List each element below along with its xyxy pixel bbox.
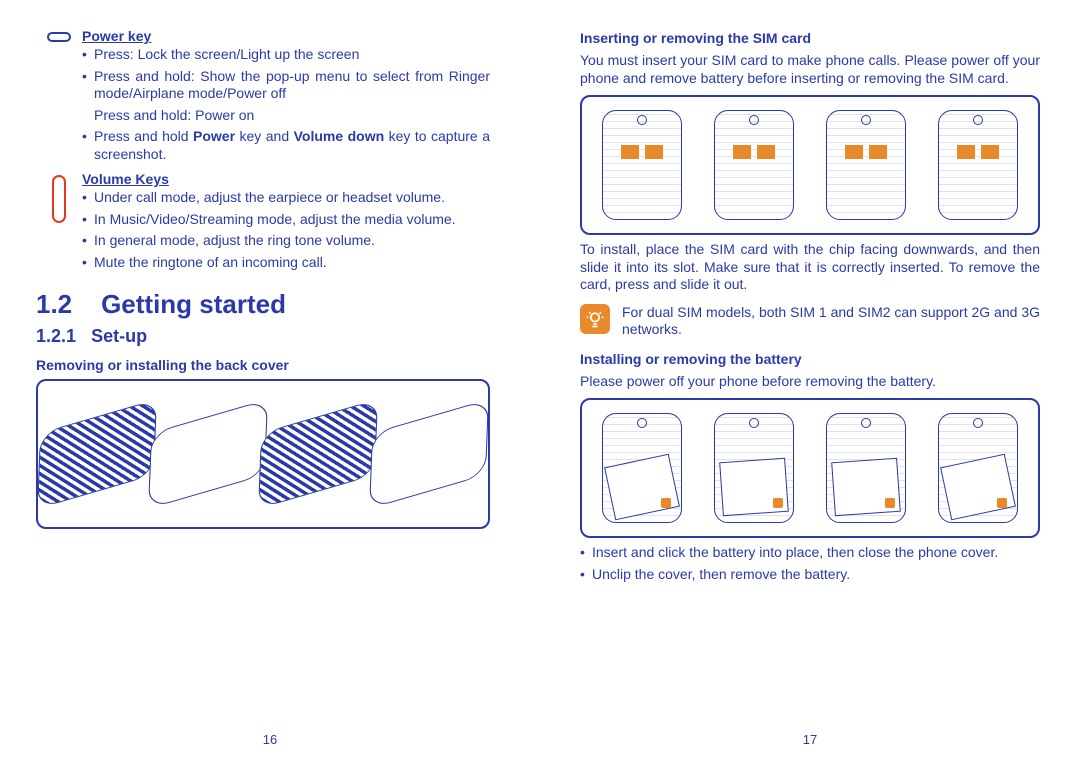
battery-list: Insert and click the battery into place,… xyxy=(580,544,1040,583)
page-number: 17 xyxy=(540,732,1080,747)
list-item: Press: Lock the screen/Light up the scre… xyxy=(82,46,490,64)
section-heading: 1.2 Getting started xyxy=(36,289,490,320)
page-number: 16 xyxy=(0,732,540,747)
subsection-number: 1.2.1 xyxy=(36,326,76,346)
phone-illustration xyxy=(938,110,1018,220)
volume-keys-list: Under call mode, adjust the earpiece or … xyxy=(82,189,490,271)
figure-sim xyxy=(580,95,1040,235)
phone-illustration xyxy=(369,399,489,509)
power-key-list: Press: Lock the screen/Light up the scre… xyxy=(82,46,490,103)
phone-illustration xyxy=(714,413,794,523)
battery-heading: Installing or removing the battery xyxy=(580,351,1040,367)
phone-illustration xyxy=(826,110,906,220)
list-item: Insert and click the battery into place,… xyxy=(580,544,1040,562)
list-item: Under call mode, adjust the earpiece or … xyxy=(82,189,490,207)
section-number: 1.2 xyxy=(36,289,72,319)
volume-key-icon xyxy=(36,171,82,223)
figure-battery xyxy=(580,398,1040,538)
list-item: Unclip the cover, then remove the batter… xyxy=(580,566,1040,584)
list-item: In general mode, adjust the ring tone vo… xyxy=(82,232,490,250)
phone-illustration xyxy=(714,110,794,220)
phone-illustration xyxy=(148,399,268,509)
volume-keys-block: Volume Keys Under call mode, adjust the … xyxy=(36,171,490,275)
phone-illustration xyxy=(37,399,157,509)
phone-illustration xyxy=(938,413,1018,523)
power-key-heading: Power key xyxy=(82,28,490,44)
tip-text: For dual SIM models, both SIM 1 and SIM2… xyxy=(622,304,1040,339)
page-left: Power key Press: Lock the screen/Light u… xyxy=(0,0,540,767)
phone-illustration xyxy=(826,413,906,523)
power-key-cont: Press and hold: Power on xyxy=(82,107,490,125)
power-key-icon xyxy=(36,28,82,42)
phone-illustration xyxy=(602,110,682,220)
battery-paragraph: Please power off your phone before remov… xyxy=(580,373,1040,391)
list-item: Press and hold Power key and Volume down… xyxy=(82,128,490,163)
sim-paragraph: You must insert your SIM card to make ph… xyxy=(580,52,1040,87)
power-key-list-2: Press and hold Power key and Volume down… xyxy=(82,128,490,163)
figure-caption-back-cover: Removing or installing the back cover xyxy=(36,357,490,373)
list-item: Mute the ringtone of an incoming call. xyxy=(82,254,490,272)
subsection-title: Set-up xyxy=(91,326,147,346)
sim-heading: Inserting or removing the SIM card xyxy=(580,30,1040,46)
list-item: In Music/Video/Streaming mode, adjust th… xyxy=(82,211,490,229)
power-key-block: Power key Press: Lock the screen/Light u… xyxy=(36,28,490,167)
section-title: Getting started xyxy=(101,289,286,319)
phone-illustration xyxy=(258,399,378,509)
list-item: Press and hold: Show the pop-up menu to … xyxy=(82,68,490,103)
volume-keys-heading: Volume Keys xyxy=(82,171,490,187)
sim-after-paragraph: To install, place the SIM card with the … xyxy=(580,241,1040,294)
tip-box: For dual SIM models, both SIM 1 and SIM2… xyxy=(580,304,1040,339)
subsection-heading: 1.2.1 Set-up xyxy=(36,326,490,347)
lightbulb-icon xyxy=(580,304,610,334)
phone-illustration xyxy=(602,413,682,523)
figure-back-cover xyxy=(36,379,490,529)
page-right: Inserting or removing the SIM card You m… xyxy=(540,0,1080,767)
